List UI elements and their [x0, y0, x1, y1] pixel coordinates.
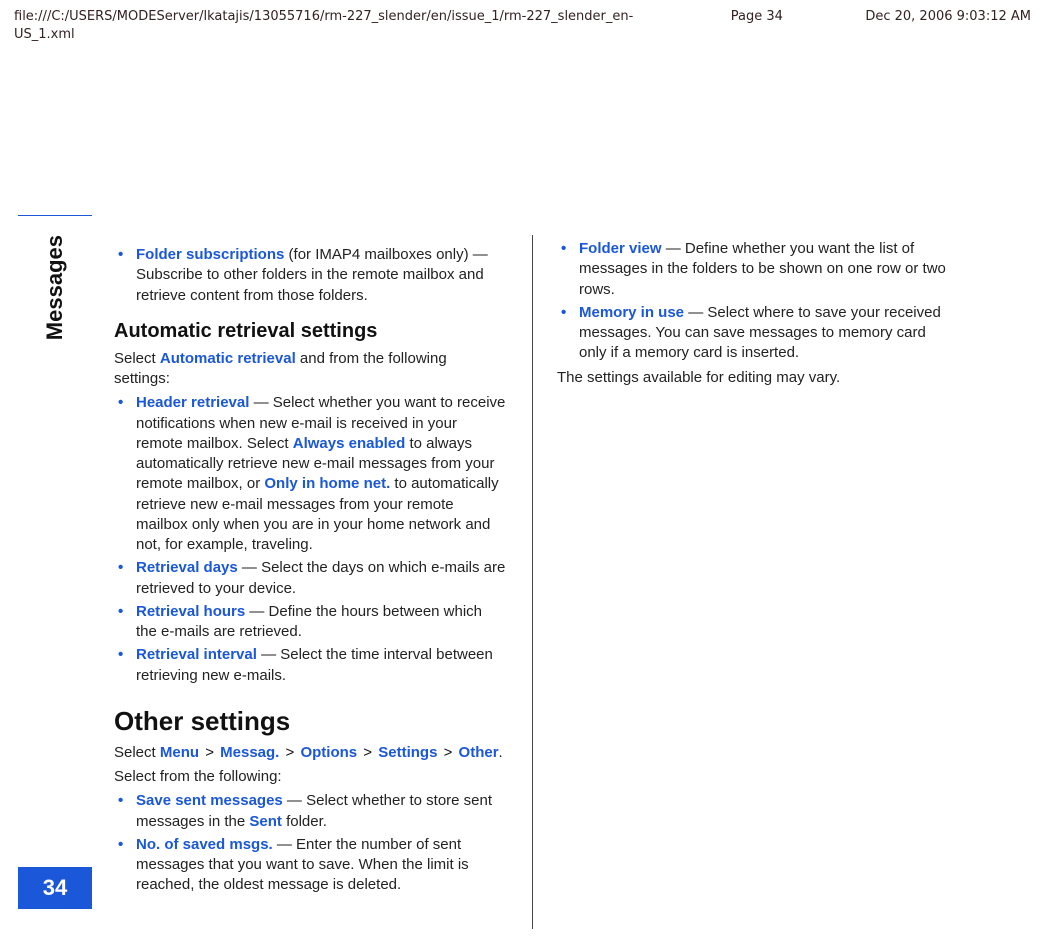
text: Select [114, 744, 160, 761]
breadcrumb-sep: > [199, 744, 220, 761]
list-item: No. of saved msgs. — Enter the number of… [114, 835, 506, 896]
heading-automatic-retrieval: Automatic retrieval settings [114, 318, 506, 345]
term-sent: Sent [249, 813, 282, 830]
term-no-saved-msgs: No. of saved msgs. [136, 836, 273, 853]
term-other: Other [459, 744, 499, 761]
other-settings-list: Save sent messages — Select whether to s… [114, 791, 506, 895]
term-options: Options [300, 744, 357, 761]
term-only-in-home-net: Only in home net. [264, 475, 390, 492]
right-list: Folder view — Define whether you want th… [557, 239, 952, 364]
term-folder-view: Folder view [579, 240, 662, 257]
list-item: Retrieval days — Select the days on whic… [114, 558, 506, 599]
print-header: file:///C:/USERS/MODEServer/lkatajis/130… [0, 0, 1045, 49]
list-item: Folder subscriptions (for IMAP4 mailboxe… [114, 245, 506, 306]
term-menu: Menu [160, 744, 199, 761]
list-item: Save sent messages — Select whether to s… [114, 791, 506, 832]
content-columns: Folder subscriptions (for IMAP4 mailboxe… [92, 189, 1025, 929]
term-folder-subscriptions: Folder subscriptions [136, 246, 284, 263]
term-retrieval-hours: Retrieval hours [136, 603, 245, 620]
auto-intro: Select Automatic retrieval and from the … [114, 349, 506, 390]
list-item: Memory in use — Select where to save you… [557, 303, 952, 364]
header-page: Page 34 [692, 8, 822, 43]
breadcrumb-sep: > [437, 744, 458, 761]
term-header-retrieval: Header retrieval [136, 394, 249, 411]
sidebar-section-label: Messages [40, 229, 70, 346]
page-number: 34 [18, 867, 92, 909]
text: Select [114, 350, 160, 367]
folder-sub-list: Folder subscriptions (for IMAP4 mailboxe… [114, 245, 506, 306]
list-item: Retrieval hours — Define the hours betwe… [114, 602, 506, 643]
closing-note: The settings available for editing may v… [557, 368, 952, 388]
term-save-sent: Save sent messages [136, 792, 283, 809]
header-datetime: Dec 20, 2006 9:03:12 AM [822, 8, 1031, 43]
page-body: Messages 34 Folder subscriptions (for IM… [0, 49, 1045, 929]
heading-other-settings: Other settings [114, 704, 506, 739]
breadcrumb-sep: > [357, 744, 378, 761]
term-automatic-retrieval: Automatic retrieval [160, 350, 296, 367]
breadcrumb-sep: > [279, 744, 300, 761]
term-retrieval-interval: Retrieval interval [136, 646, 257, 663]
term-always-enabled: Always enabled [293, 435, 406, 452]
list-item: Retrieval interval — Select the time int… [114, 645, 506, 686]
term-retrieval-days: Retrieval days [136, 559, 238, 576]
left-column: Folder subscriptions (for IMAP4 mailboxe… [114, 235, 506, 929]
list-item: Header retrieval — Select whether you wa… [114, 393, 506, 555]
sidebar-top-rule [18, 215, 92, 216]
auto-settings-list: Header retrieval — Select whether you wa… [114, 393, 506, 686]
term-settings: Settings [378, 744, 437, 761]
sidebar: Messages 34 [18, 189, 92, 929]
other-path: Select Menu > Messag. > Options > Settin… [114, 743, 506, 763]
text: folder. [282, 813, 327, 830]
list-item: Folder view — Define whether you want th… [557, 239, 952, 300]
header-path: file:///C:/USERS/MODEServer/lkatajis/130… [14, 8, 692, 43]
right-column: Folder view — Define whether you want th… [532, 235, 952, 929]
term-memory-in-use: Memory in use [579, 304, 684, 321]
other-select-intro: Select from the following: [114, 767, 506, 787]
text: . [499, 744, 503, 761]
term-messag: Messag. [220, 744, 279, 761]
